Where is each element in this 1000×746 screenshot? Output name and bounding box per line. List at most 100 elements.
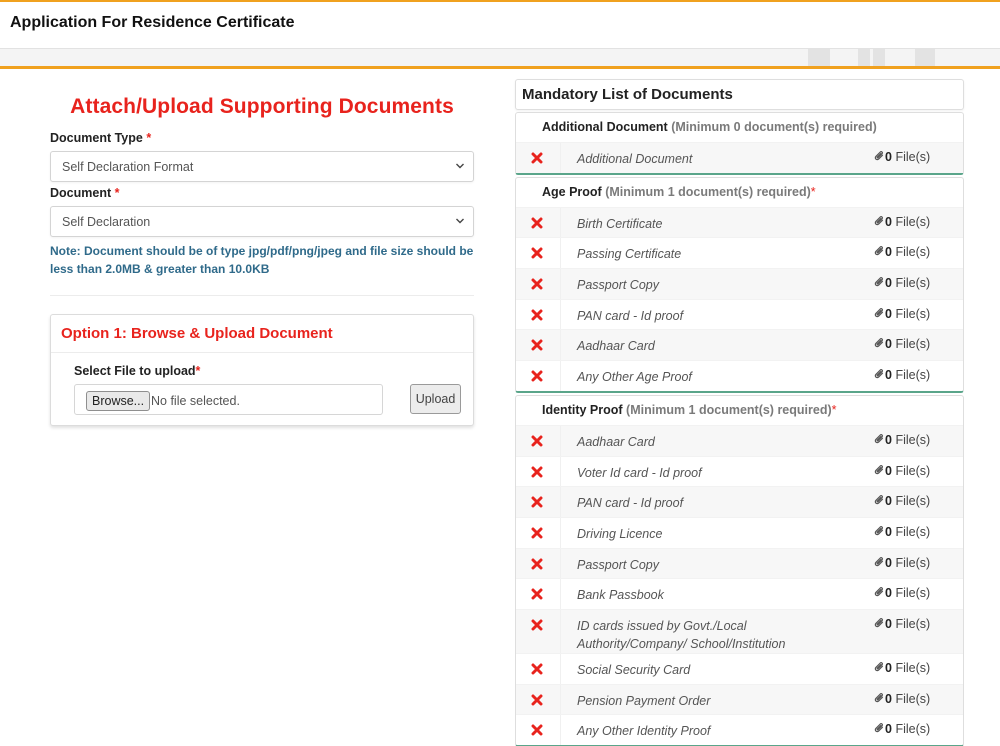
file-count-unit: File(s) [895,691,931,706]
file-status: No file selected. [151,394,240,408]
document-row[interactable]: Aadhaar Card 0 File(s) [516,424,963,456]
paperclip-icon [874,338,884,348]
file-count[interactable]: 0 File(s) [874,337,930,351]
document-name: Social Security Card [577,662,691,677]
file-count[interactable]: 0 File(s) [874,368,930,382]
file-count[interactable]: 0 File(s) [874,245,930,259]
document-select[interactable]: Self Declaration [50,206,474,237]
document-row[interactable]: Birth Certificate 0 File(s) [516,206,963,238]
file-count-unit: File(s) [895,306,931,321]
paperclip-icon [874,587,884,597]
file-input[interactable]: Browse... No file selected. [74,384,383,415]
file-count-number: 0 [885,306,892,321]
file-count-unit: File(s) [895,276,931,291]
document-row[interactable]: Aadhaar Card 0 File(s) [516,329,963,361]
document-row[interactable]: Bank Passbook 0 File(s) [516,578,963,609]
document-row[interactable]: Social Security Card 0 File(s) [516,652,963,684]
document-row[interactable]: ID cards issued by Govt./Local Authority… [516,608,963,653]
file-count[interactable]: 0 File(s) [874,556,930,570]
file-count-number: 0 [885,368,892,383]
file-count[interactable]: 0 File(s) [874,433,930,447]
not-uploaded-x-icon [531,466,543,477]
app-header: Application For Residence Certificate [0,2,1000,49]
document-group: Age Proof (Minimum 1 document(s) require… [515,176,964,393]
file-requirements-note: Note: Document should be of type jpg/pdf… [50,244,474,276]
file-count-unit: File(s) [895,616,931,631]
group-header: Age Proof (Minimum 1 document(s) require… [516,178,963,207]
document-row[interactable]: Additional Document 0 File(s) [516,142,963,173]
document-row[interactable]: PAN card - Id proof 0 File(s) [516,298,963,330]
not-uploaded-x-icon [531,278,543,290]
paperclip-icon [874,246,884,256]
column-separator [560,487,561,517]
document-name: PAN card - Id proof [577,308,684,323]
file-count[interactable]: 0 File(s) [874,215,930,229]
file-count[interactable]: 0 File(s) [874,617,930,631]
paperclip-icon [874,556,884,566]
document-name: Aadhaar Card [577,434,655,449]
not-uploaded-x-icon [531,527,543,539]
mandatory-documents-panel: Mandatory List of Documents Additional D… [515,79,964,746]
paperclip-icon [874,369,884,379]
file-count-number: 0 [885,150,892,164]
paperclip-icon [874,723,884,733]
accent-divider [0,66,1000,69]
file-select-label: Select File to upload* [74,364,200,378]
group-requirement: (Minimum 1 document(s) required) [605,184,811,199]
document-name: Voter Id card - Id proof [577,465,702,480]
document-type-label-text: Document Type [50,131,143,145]
column-separator [560,684,561,715]
document-row[interactable]: Passing Certificate 0 File(s) [516,237,963,269]
file-count[interactable]: 0 File(s) [874,722,930,736]
document-row[interactable]: Any Other Identity Proof 0 File(s) [516,714,963,745]
file-count[interactable]: 0 File(s) [874,525,930,539]
file-count-unit: File(s) [895,214,931,229]
not-uploaded-x-icon [531,724,543,736]
column-separator [560,579,561,609]
group-name: Identity Proof [542,402,623,417]
file-count-number: 0 [885,722,892,737]
document-row[interactable]: PAN card - Id proof 0 File(s) [516,486,963,517]
paperclip-icon [874,151,884,161]
file-count[interactable]: 0 File(s) [874,307,930,321]
mandatory-title: Mandatory List of Documents [522,86,733,103]
document-row[interactable]: Passport Copy 0 File(s) [516,547,963,579]
file-count[interactable]: 0 File(s) [874,661,930,675]
file-count-number: 0 [885,616,892,631]
file-count-number: 0 [885,337,892,352]
document-row[interactable]: Passport Copy 0 File(s) [516,268,963,299]
upload-panel: Attach/Upload Supporting Documents Docum… [50,80,474,426]
browse-upload-card: Option 1: Browse & Upload Document Selec… [50,314,474,426]
file-count-unit: File(s) [895,337,931,352]
document-row[interactable]: Driving Licence 0 File(s) [516,516,963,548]
file-count-unit: File(s) [895,150,931,164]
group-name: Additional Document [542,120,668,134]
file-count[interactable]: 0 File(s) [874,150,930,164]
group-header: Additional Document (Minimum 0 document(… [516,113,963,142]
option-title: Option 1: Browse & Upload Document [61,325,333,342]
document-row[interactable]: Pension Payment Order 0 File(s) [516,683,963,715]
not-uploaded-x-icon [531,694,543,706]
column-separator [560,269,561,299]
document-type-select[interactable]: Self Declaration Format [50,151,474,182]
browse-button[interactable]: Browse... [86,391,151,411]
file-count[interactable]: 0 File(s) [874,494,930,508]
file-count-number: 0 [885,524,892,539]
file-count[interactable]: 0 File(s) [874,464,930,478]
file-count-number: 0 [885,214,892,229]
column-separator [560,238,561,269]
upload-button[interactable]: Upload [410,384,461,414]
paperclip-icon [874,307,884,317]
document-name: Birth Certificate [577,216,663,231]
required-mark: * [146,131,152,145]
not-uploaded-x-icon [531,309,543,321]
not-uploaded-x-icon [531,217,543,229]
document-name: PAN card - Id proof [577,496,684,511]
file-count[interactable]: 0 File(s) [874,586,930,600]
file-count-number: 0 [885,691,892,706]
document-row[interactable]: Any Other Age Proof 0 File(s) [516,360,963,391]
file-count[interactable]: 0 File(s) [874,692,930,706]
file-count[interactable]: 0 File(s) [874,276,930,290]
section-divider [50,295,474,296]
document-row[interactable]: Voter Id card - Id proof 0 File(s) [516,455,963,487]
